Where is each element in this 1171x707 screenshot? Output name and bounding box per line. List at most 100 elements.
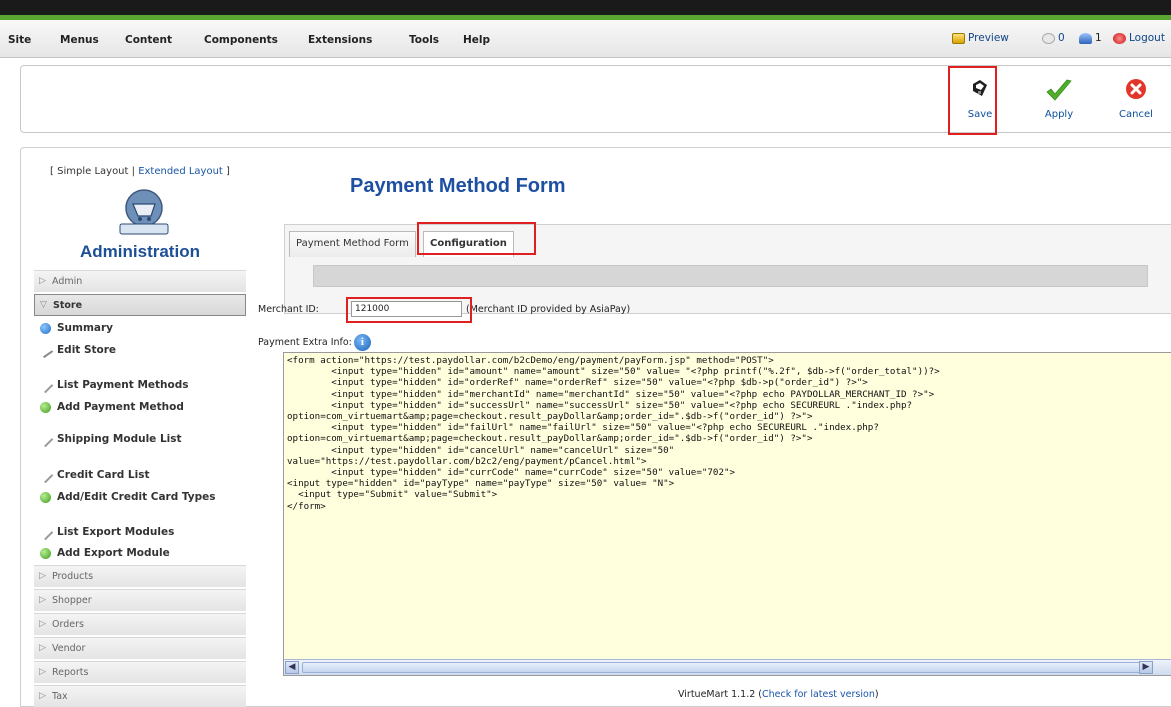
horizontal-scrollbar[interactable]: ◀ ▶ — [284, 659, 1171, 675]
main-menu-bar: Site Menus Content Components Extensions… — [0, 20, 1171, 58]
nav-list-export-modules[interactable]: List Export Modules — [37, 524, 175, 540]
nav-credit-card-label: Credit Card List — [57, 469, 150, 481]
nav-edit-store[interactable]: Edit Store — [37, 342, 117, 358]
section-admin[interactable]: ▷ Admin — [34, 270, 246, 292]
footer-version: VirtueMart 1.1.2 (Check for latest versi… — [678, 689, 879, 700]
cancel-label: Cancel — [1119, 109, 1153, 120]
code-text: <form action="https://test.paydollar.com… — [287, 355, 940, 512]
messages-status[interactable]: 0 — [1042, 32, 1065, 44]
section-tax-label: Tax — [52, 691, 68, 702]
logout-icon — [1113, 32, 1126, 44]
administration-title: Administration — [80, 242, 200, 261]
menu-site[interactable]: Site — [8, 34, 31, 46]
section-admin-label: Admin — [52, 276, 83, 287]
nav-shipping-label: Shipping Module List — [57, 433, 182, 445]
menu-menus[interactable]: Menus — [60, 34, 99, 46]
scroll-thumb[interactable] — [302, 662, 1152, 673]
menu-extensions[interactable]: Extensions — [308, 34, 372, 46]
nav-add-export-module[interactable]: Add Export Module — [40, 547, 170, 559]
nav-list-export-label: List Export Modules — [57, 526, 175, 538]
check-latest-version-link[interactable]: Check for latest version — [762, 689, 875, 700]
section-products[interactable]: ▷ Products — [34, 565, 246, 587]
section-orders[interactable]: ▷ Orders — [34, 613, 246, 635]
section-reports[interactable]: ▷ Reports — [34, 661, 246, 683]
section-caret-icon: ▷ — [39, 571, 46, 581]
edit-pencil-icon — [37, 342, 54, 358]
merchant-id-label: Merchant ID: — [258, 304, 319, 315]
payment-extra-info-label: Payment Extra Info: — [258, 337, 352, 348]
apply-label: Apply — [1044, 109, 1074, 120]
users-count: 1 — [1095, 32, 1102, 44]
list-pencil-icon — [37, 467, 54, 483]
nav-summary[interactable]: Summary — [40, 322, 113, 334]
nav-add-payment-label: Add Payment Method — [57, 401, 184, 413]
tab-content-strip — [313, 265, 1148, 287]
nav-list-payment-methods[interactable]: List Payment Methods — [37, 377, 189, 393]
configuration-highlight-box — [417, 222, 536, 255]
scroll-right-icon[interactable]: ▶ — [1139, 661, 1153, 674]
section-caret-icon: ▷ — [39, 619, 46, 629]
nav-add-export-label: Add Export Module — [57, 547, 170, 559]
section-caret-icon: ▷ — [39, 595, 46, 605]
merchant-id-note: (Merchant ID provided by AsiaPay) — [466, 304, 631, 315]
nav-edit-store-label: Edit Store — [57, 344, 117, 356]
section-orders-label: Orders — [52, 619, 84, 630]
merchant-highlight-box — [346, 297, 472, 323]
section-reports-label: Reports — [52, 667, 89, 678]
admin-sidebar: [ Simple Layout | Extended Layout ] Admi… — [34, 158, 246, 707]
info-icon[interactable]: i — [353, 334, 371, 351]
section-caret-icon: ▷ — [39, 643, 46, 653]
nav-summary-label: Summary — [57, 322, 114, 334]
section-vendor-label: Vendor — [52, 643, 86, 654]
virtuemart-logo — [119, 189, 169, 235]
nav-add-edit-credit-card-types[interactable]: Add/Edit Credit Card Types — [40, 491, 216, 503]
payment-extra-info-row: Payment Extra Info: i — [258, 334, 371, 351]
preview-icon — [952, 32, 965, 44]
action-toolbar: Save Apply Cancel — [20, 65, 1171, 133]
preview-link[interactable]: Preview — [952, 32, 1009, 44]
scroll-left-icon[interactable]: ◀ — [285, 661, 299, 674]
version-text: VirtueMart 1.1.2 ( — [678, 689, 762, 700]
menu-help[interactable]: Help — [463, 34, 490, 46]
page-title: Payment Method Form — [350, 175, 566, 197]
section-caret-icon: ▷ — [39, 691, 46, 701]
nav-credit-card-list[interactable]: Credit Card List — [37, 467, 150, 483]
save-highlight-box — [948, 66, 997, 135]
extended-layout-link[interactable]: Extended Layout — [138, 166, 223, 177]
menu-components[interactable]: Components — [204, 34, 278, 46]
checkmark-icon — [1046, 79, 1072, 101]
preview-label: Preview — [968, 32, 1009, 44]
tab-payment-method-form[interactable]: Payment Method Form — [289, 231, 416, 257]
list-pencil-icon — [37, 377, 54, 393]
menu-content[interactable]: Content — [125, 34, 172, 46]
add-plus-icon — [40, 547, 51, 559]
nav-shipping-module-list[interactable]: Shipping Module List — [37, 431, 182, 447]
simple-layout-label: Simple Layout — [57, 166, 129, 177]
list-pencil-icon — [37, 431, 54, 447]
add-plus-icon — [40, 401, 51, 413]
cancel-button[interactable]: Cancel — [1107, 74, 1165, 126]
section-caret-icon: ▷ — [39, 276, 46, 286]
menu-tools[interactable]: Tools — [409, 34, 439, 46]
layout-switcher: [ Simple Layout | Extended Layout ] — [34, 166, 246, 177]
section-vendor[interactable]: ▷ Vendor — [34, 637, 246, 659]
section-shopper[interactable]: ▷ Shopper — [34, 589, 246, 611]
top-dark-band — [0, 0, 1171, 15]
add-plus-icon — [40, 491, 51, 503]
users-icon — [1079, 32, 1092, 44]
messages-icon — [1042, 32, 1055, 44]
version-close-paren: ) — [874, 689, 879, 700]
section-caret-icon: ▽ — [40, 300, 47, 310]
logout-label: Logout — [1129, 32, 1165, 44]
nav-add-payment-method[interactable]: Add Payment Method — [40, 401, 184, 413]
apply-button[interactable]: Apply — [1030, 74, 1088, 126]
logout-link[interactable]: Logout — [1113, 32, 1165, 44]
users-status[interactable]: 1 — [1079, 32, 1102, 44]
section-tax[interactable]: ▷ Tax — [34, 685, 246, 707]
payment-extra-info-textarea[interactable]: <form action="https://test.paydollar.com… — [283, 352, 1171, 676]
section-store[interactable]: ▽ Store — [34, 294, 246, 316]
nav-add-credit-card-label: Add/Edit Credit Card Types — [57, 491, 216, 503]
layout-close-bracket: ] — [222, 166, 230, 177]
section-caret-icon: ▷ — [39, 667, 46, 677]
list-pencil-icon — [37, 524, 54, 540]
